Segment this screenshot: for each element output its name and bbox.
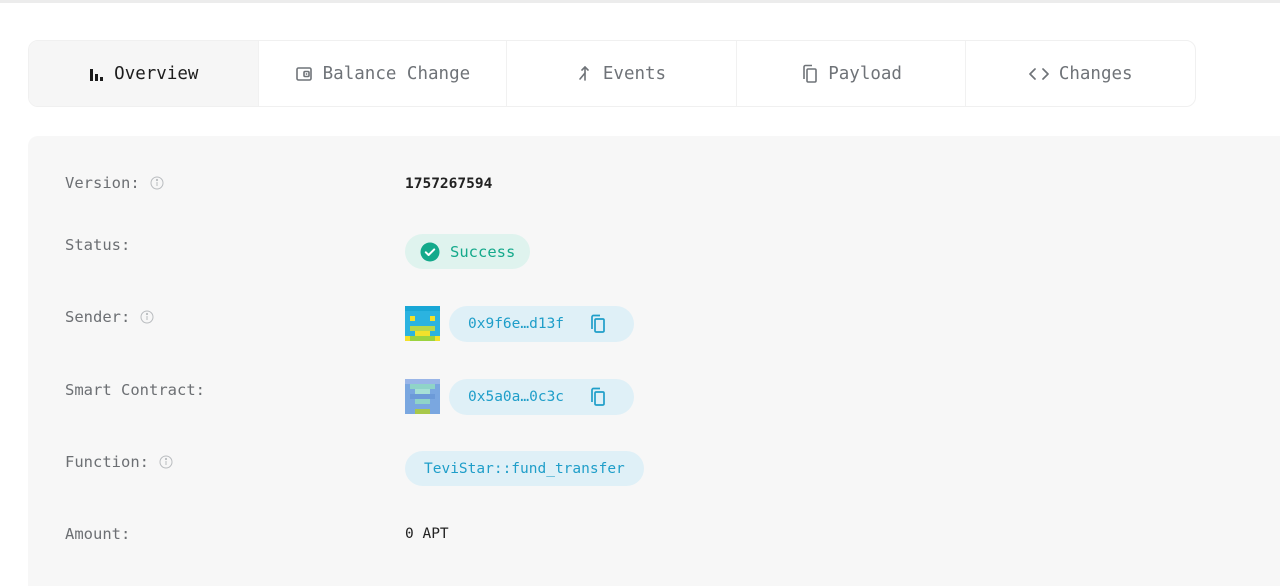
bar-chart-icon xyxy=(88,66,104,82)
contract-address-pill[interactable]: 0x5a0a…0c3c xyxy=(449,379,634,415)
code-icon xyxy=(1028,67,1049,81)
version-label: Version: xyxy=(65,174,164,192)
tab-label: Payload xyxy=(828,63,902,84)
smart-contract-label: Smart Contract: xyxy=(65,381,205,399)
overview-panel: Version: 1757267594 Status: Success Send… xyxy=(28,136,1280,586)
sender-address-pill[interactable]: 0x9f6e…d13f xyxy=(449,306,634,342)
function-label: Function: xyxy=(65,453,173,471)
copy-icon[interactable] xyxy=(588,314,606,334)
contract-avatar xyxy=(405,379,440,414)
tab-events[interactable]: Events xyxy=(507,41,737,106)
sender-label: Sender: xyxy=(65,308,154,326)
info-icon[interactable] xyxy=(159,455,173,469)
tab-payload[interactable]: Payload xyxy=(737,41,967,106)
info-icon[interactable] xyxy=(140,310,154,324)
sender-avatar xyxy=(405,306,440,341)
amount-value: 0 APT xyxy=(405,526,449,542)
check-circle-icon xyxy=(420,242,440,262)
merge-icon xyxy=(577,65,593,82)
tab-overview[interactable]: Overview xyxy=(29,41,259,106)
wallet-icon xyxy=(295,65,313,83)
info-icon[interactable] xyxy=(150,176,164,190)
tab-changes[interactable]: Changes xyxy=(966,41,1195,106)
function-pill[interactable]: TeviStar::fund_transfer xyxy=(405,451,644,486)
amount-label: Amount: xyxy=(65,525,131,543)
tab-balance-change[interactable]: Balance Change xyxy=(259,41,508,106)
tab-label: Balance Change xyxy=(322,63,471,84)
status-label: Status: xyxy=(65,236,131,254)
top-divider xyxy=(0,0,1280,3)
tab-label: Changes xyxy=(1058,63,1133,84)
version-value: 1757267594 xyxy=(405,176,493,192)
copy-icon xyxy=(800,64,818,84)
tab-bar: Overview Balance Change Events Payload C… xyxy=(28,40,1196,107)
status-badge: Success xyxy=(405,234,531,269)
sender-address[interactable]: 0x9f6e…d13f xyxy=(468,316,564,332)
contract-address[interactable]: 0x5a0a…0c3c xyxy=(468,389,564,405)
tab-label: Events xyxy=(602,63,667,84)
copy-icon[interactable] xyxy=(588,387,606,407)
function-name[interactable]: TeviStar::fund_transfer xyxy=(424,461,625,477)
tab-label: Overview xyxy=(114,63,199,84)
